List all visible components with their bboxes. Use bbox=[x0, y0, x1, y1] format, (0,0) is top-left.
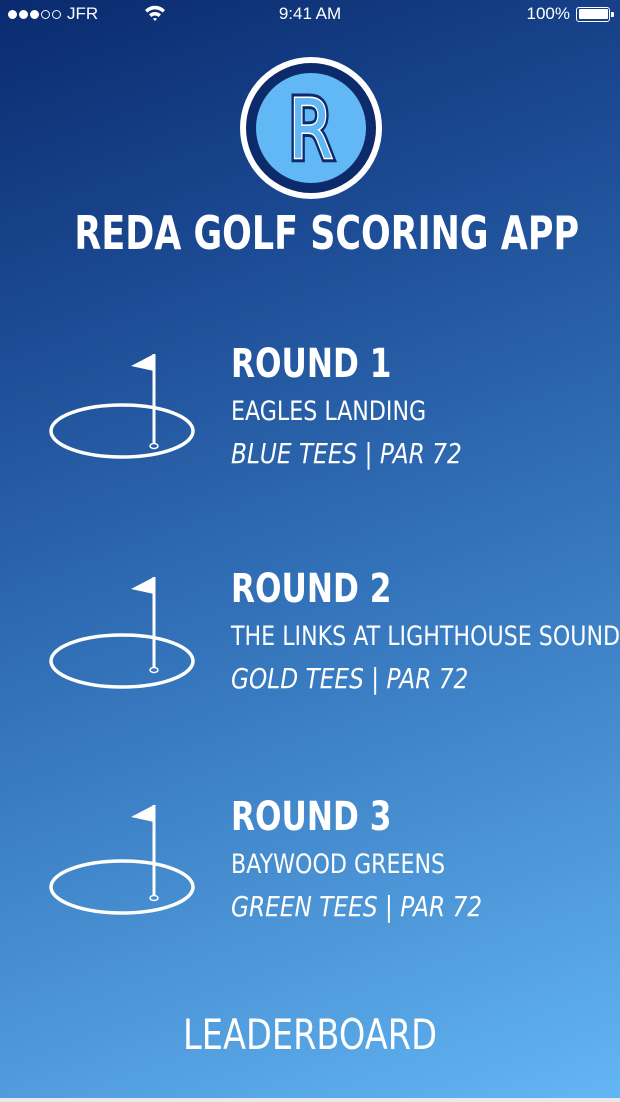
golf-flag-icon bbox=[49, 354, 195, 459]
course-name: EAGLES LANDING bbox=[231, 396, 427, 427]
status-bar: JFR 9:41 AM 100% bbox=[0, 0, 620, 30]
battery-group: 100% bbox=[526, 4, 614, 24]
round-title: ROUND 1 bbox=[231, 341, 392, 387]
golf-flag-icon bbox=[49, 577, 195, 689]
battery-icon bbox=[576, 6, 614, 22]
round-2-button[interactable]: ROUND 2 THE LINKS AT LIGHTHOUSE SOUND GO… bbox=[0, 565, 620, 725]
app-logo: R R bbox=[240, 57, 382, 199]
leaderboard-button[interactable]: LEADERBOARD bbox=[62, 1010, 558, 1059]
tees-par: GOLD TEES | PAR 72 bbox=[231, 662, 469, 695]
round-title: ROUND 3 bbox=[231, 794, 392, 840]
tees-par: BLUE TEES | PAR 72 bbox=[231, 437, 462, 470]
round-3-button[interactable]: ROUND 3 BAYWOOD GREENS GREEN TEES | PAR … bbox=[0, 793, 620, 953]
bottom-divider bbox=[0, 1098, 620, 1102]
tees-par: GREEN TEES | PAR 72 bbox=[231, 890, 483, 923]
course-name: BAYWOOD GREENS bbox=[231, 849, 446, 880]
round-1-button[interactable]: ROUND 1 EAGLES LANDING BLUE TEES | PAR 7… bbox=[0, 340, 620, 500]
page-title: REDA GOLF SCORING APP bbox=[74, 206, 580, 260]
golf-flag-icon bbox=[49, 805, 195, 915]
logo-letter: R bbox=[289, 83, 333, 178]
round-title: ROUND 2 bbox=[231, 566, 392, 612]
battery-percent: 100% bbox=[526, 4, 570, 23]
course-name: THE LINKS AT LIGHTHOUSE SOUND bbox=[231, 621, 620, 652]
